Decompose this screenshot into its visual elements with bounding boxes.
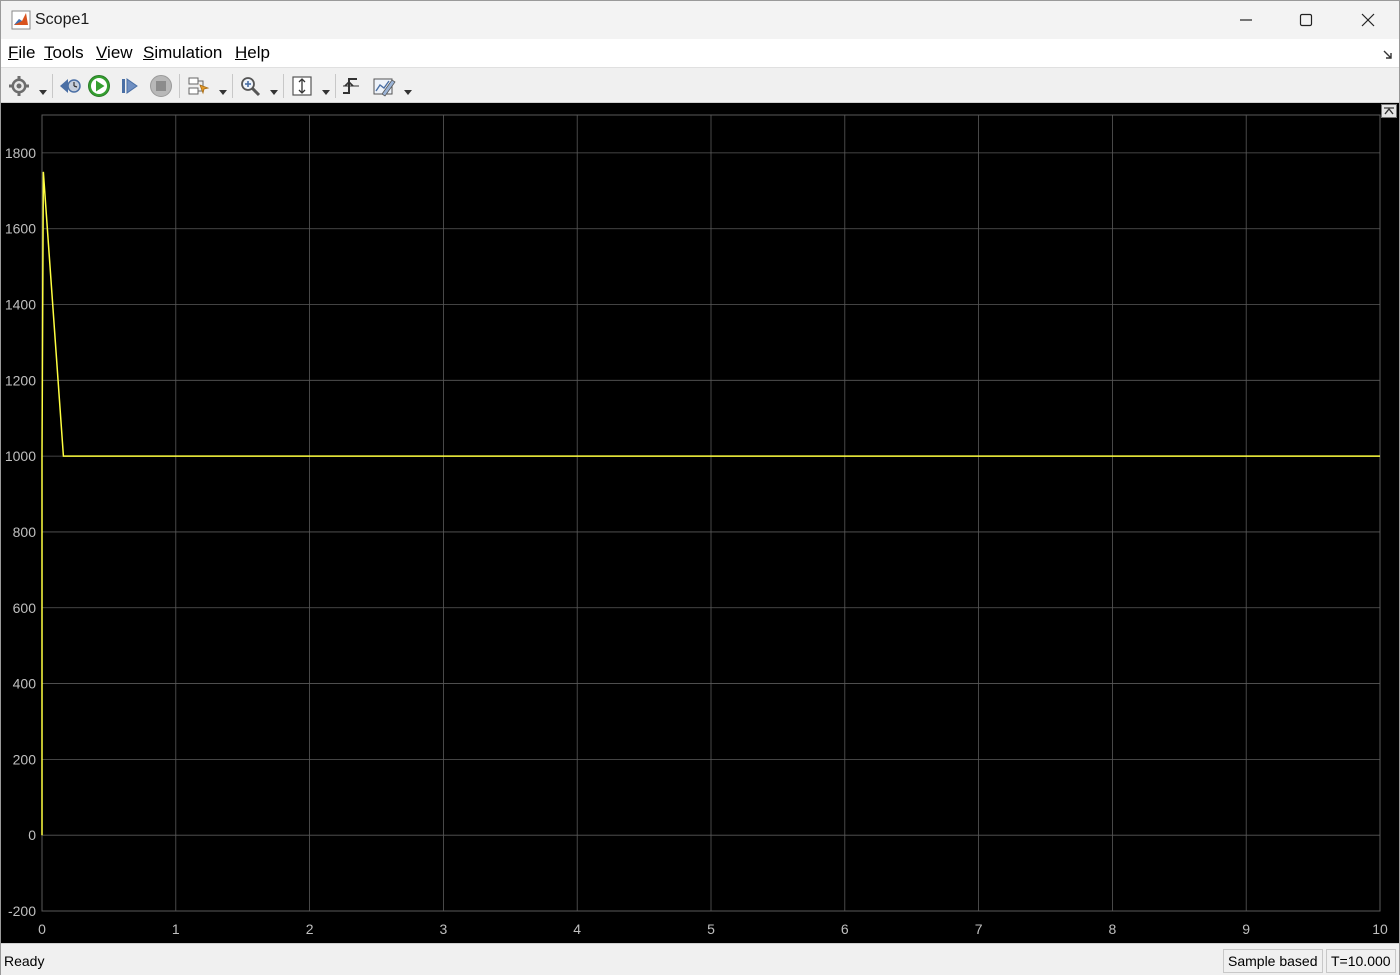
x-tick-label: 7 [975,921,983,937]
step-back-button[interactable] [58,74,82,98]
menu-help[interactable]: Help [235,43,270,63]
y-tick-label: 1400 [5,297,36,313]
zoom-dropdown-icon[interactable] [270,83,278,95]
step-forward-icon [122,78,138,94]
tick-labels: 0 1 2 3 4 5 6 7 8 9 10-200020040060080010001200140… [5,145,1388,937]
grid-lines [41,115,1381,912]
y-tick-label: 800 [13,524,37,540]
x-tick-label: 8 [1109,921,1117,937]
run-button[interactable] [87,74,111,98]
y-tick-label: 1600 [5,221,36,237]
toolbar-separator [283,74,284,98]
maximize-icon [1299,13,1313,27]
highlight-block-button[interactable] [186,74,210,98]
x-tick-label: 4 [573,921,581,937]
settings-button[interactable] [7,74,31,98]
x-tick-label: 9 [1242,921,1250,937]
measurements-icon [373,78,396,97]
x-tick-label: 6 [841,921,849,937]
triggers-icon [343,78,359,94]
x-tick-label: 3 [440,921,448,937]
scale-axes-icon [292,76,312,96]
maximize-button[interactable] [1276,1,1336,39]
x-tick-label: 0 [38,921,46,937]
y-tick-label: 600 [13,600,37,616]
toolbar-separator [335,74,336,98]
minimize-icon [1240,19,1252,21]
menu-tools[interactable]: Tools [44,43,84,63]
measurements-button[interactable] [372,74,396,98]
title-bar[interactable]: Scope1 [1,1,1399,39]
measurements-dropdown-icon[interactable] [404,83,412,95]
close-button[interactable] [1338,1,1398,39]
y-tick-label: 0 [28,827,36,843]
stop-button[interactable] [149,74,173,98]
highlight-block-icon [188,77,210,95]
toolbar-separator [179,74,180,98]
y-tick-label: 1200 [5,372,36,388]
x-tick-label: 5 [707,921,715,937]
scope-chart[interactable]: 0 1 2 3 4 5 6 7 8 9 10-200020040060080010001200140… [1,103,1399,943]
y-tick-label: 200 [13,751,37,767]
highlight-dropdown-icon[interactable] [219,83,227,95]
window-title: Scope1 [35,11,90,28]
toolbar-separator [52,74,53,98]
simulation-time-indicator: T=10.000 [1326,949,1396,973]
step-back-icon [60,79,81,93]
menu-bar: File Tools View Simulation Help [1,39,1399,67]
scope-plot-area[interactable]: 0 1 2 3 4 5 6 7 8 9 10 -200 0 200 400 600 800 1000 1200 140… [1,103,1399,943]
x-tick-label: 2 [306,921,314,937]
y-tick-label: 400 [13,676,37,692]
status-bar: Ready Sample based T=10.000 [1,943,1399,975]
toolbar-separator [232,74,233,98]
y-tick-label: 1800 [5,145,36,161]
zoom-icon [241,77,261,97]
settings-dropdown-icon[interactable] [39,83,47,95]
undock-axes-icon[interactable] [1381,104,1397,118]
menu-simulation[interactable]: Simulation [143,43,222,63]
step-forward-button[interactable] [118,74,142,98]
matlab-icon [11,10,31,30]
y-tick-label: -200 [8,903,36,919]
triggers-button[interactable] [339,74,363,98]
status-text: Ready [4,953,45,969]
sample-mode-indicator: Sample based [1223,949,1323,973]
scale-dropdown-icon[interactable] [322,83,330,95]
x-tick-label: 10 [1372,921,1388,937]
zoom-button[interactable] [238,74,262,98]
scale-axes-button[interactable] [290,74,314,98]
stop-icon [150,75,172,97]
dock-arrow-icon[interactable] [1383,47,1393,59]
scope-window: Scope1 File Tools View Simulation Help 0… [0,0,1400,975]
y-tick-label: 1000 [5,448,36,464]
menu-file[interactable]: File [8,43,35,63]
run-icon [88,75,110,97]
menu-view[interactable]: View [96,43,133,63]
toolbar [1,67,1399,103]
minimize-button[interactable] [1216,1,1276,39]
x-tick-label: 1 [172,921,180,937]
settings-icon [9,76,29,96]
close-icon [1361,13,1375,27]
